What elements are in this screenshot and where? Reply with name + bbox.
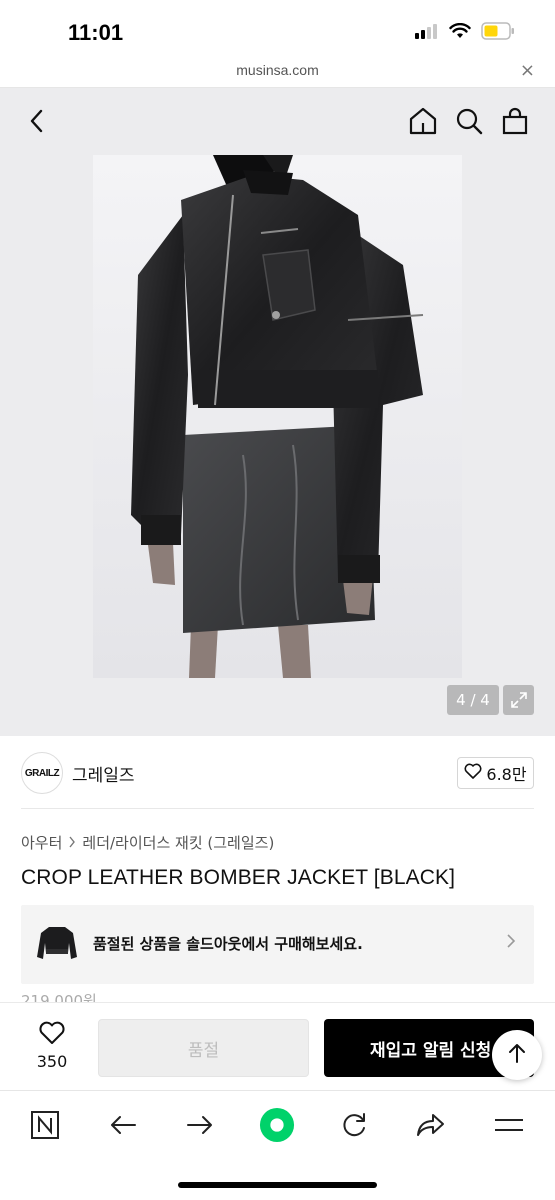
- soldout-banner[interactable]: 품절된 상품을 솔드아웃에서 구매해보세요.: [21, 905, 534, 984]
- share-icon[interactable]: [413, 1107, 449, 1143]
- product-photo[interactable]: [93, 155, 462, 678]
- brand-like-button[interactable]: 6.8만: [457, 757, 534, 789]
- gallery-counter: 4 / 4: [447, 685, 499, 715]
- wifi-icon: [449, 22, 471, 43]
- naver-n-icon[interactable]: [27, 1107, 63, 1143]
- breadcrumb-item-subcategory[interactable]: 레더/라이더스 재킷 (그레일즈): [82, 832, 274, 853]
- breadcrumb: 아우터 레더/라이더스 재킷 (그레일즈): [21, 832, 274, 853]
- divider: [21, 808, 534, 809]
- status-icons: [415, 22, 515, 44]
- close-icon[interactable]: ×: [520, 60, 535, 81]
- home-icon[interactable]: [406, 104, 440, 138]
- heart-icon: [22, 1021, 82, 1049]
- product-title: CROP LEATHER BOMBER JACKET [BLACK]: [21, 866, 456, 889]
- brand-logo[interactable]: GRAILZ: [21, 752, 63, 794]
- back-arrow-icon[interactable]: [105, 1107, 141, 1143]
- url-bar[interactable]: musinsa.com ×: [0, 56, 555, 88]
- battery-icon: [481, 22, 515, 44]
- arrow-up-icon: [507, 1042, 527, 1068]
- menu-icon[interactable]: [491, 1107, 527, 1143]
- refresh-icon[interactable]: [336, 1107, 372, 1143]
- top-nav: [0, 88, 555, 154]
- scroll-top-button[interactable]: [492, 1030, 542, 1080]
- soldout-notice: 품절된 상품을 솔드아웃에서 구매해보세요.: [93, 935, 363, 953]
- breadcrumb-item-category[interactable]: 아우터: [21, 832, 62, 853]
- wishlist-count: 350: [36, 1052, 68, 1071]
- home-indicator: [178, 1182, 377, 1188]
- expand-icon[interactable]: [503, 685, 534, 715]
- status-time: 11:01: [68, 20, 124, 45]
- brand-row[interactable]: GRAILZ 그레일즈 6.8만: [0, 736, 555, 808]
- url-domain[interactable]: musinsa.com: [0, 62, 555, 78]
- green-dot-icon[interactable]: [259, 1107, 295, 1143]
- back-icon[interactable]: [20, 104, 54, 138]
- jacket-thumbnail: [37, 923, 77, 967]
- forward-arrow-icon[interactable]: [182, 1107, 218, 1143]
- chevron-right-icon: [68, 834, 76, 852]
- wishlist-button[interactable]: 350: [22, 1021, 82, 1071]
- status-bar: 11:01: [0, 0, 555, 56]
- shopping-bag-icon[interactable]: [498, 104, 532, 138]
- brand-name[interactable]: 그레일즈: [72, 761, 135, 786]
- heart-icon: [464, 763, 482, 783]
- cellular-signal-icon: [415, 23, 439, 43]
- brand-like-count: 6.8만: [486, 765, 527, 784]
- soldout-button[interactable]: 품절: [98, 1019, 309, 1077]
- search-icon[interactable]: [452, 104, 486, 138]
- purchase-bar: 350 품절 재입고 알림 신청: [0, 1002, 555, 1090]
- chevron-right-icon: [506, 933, 516, 953]
